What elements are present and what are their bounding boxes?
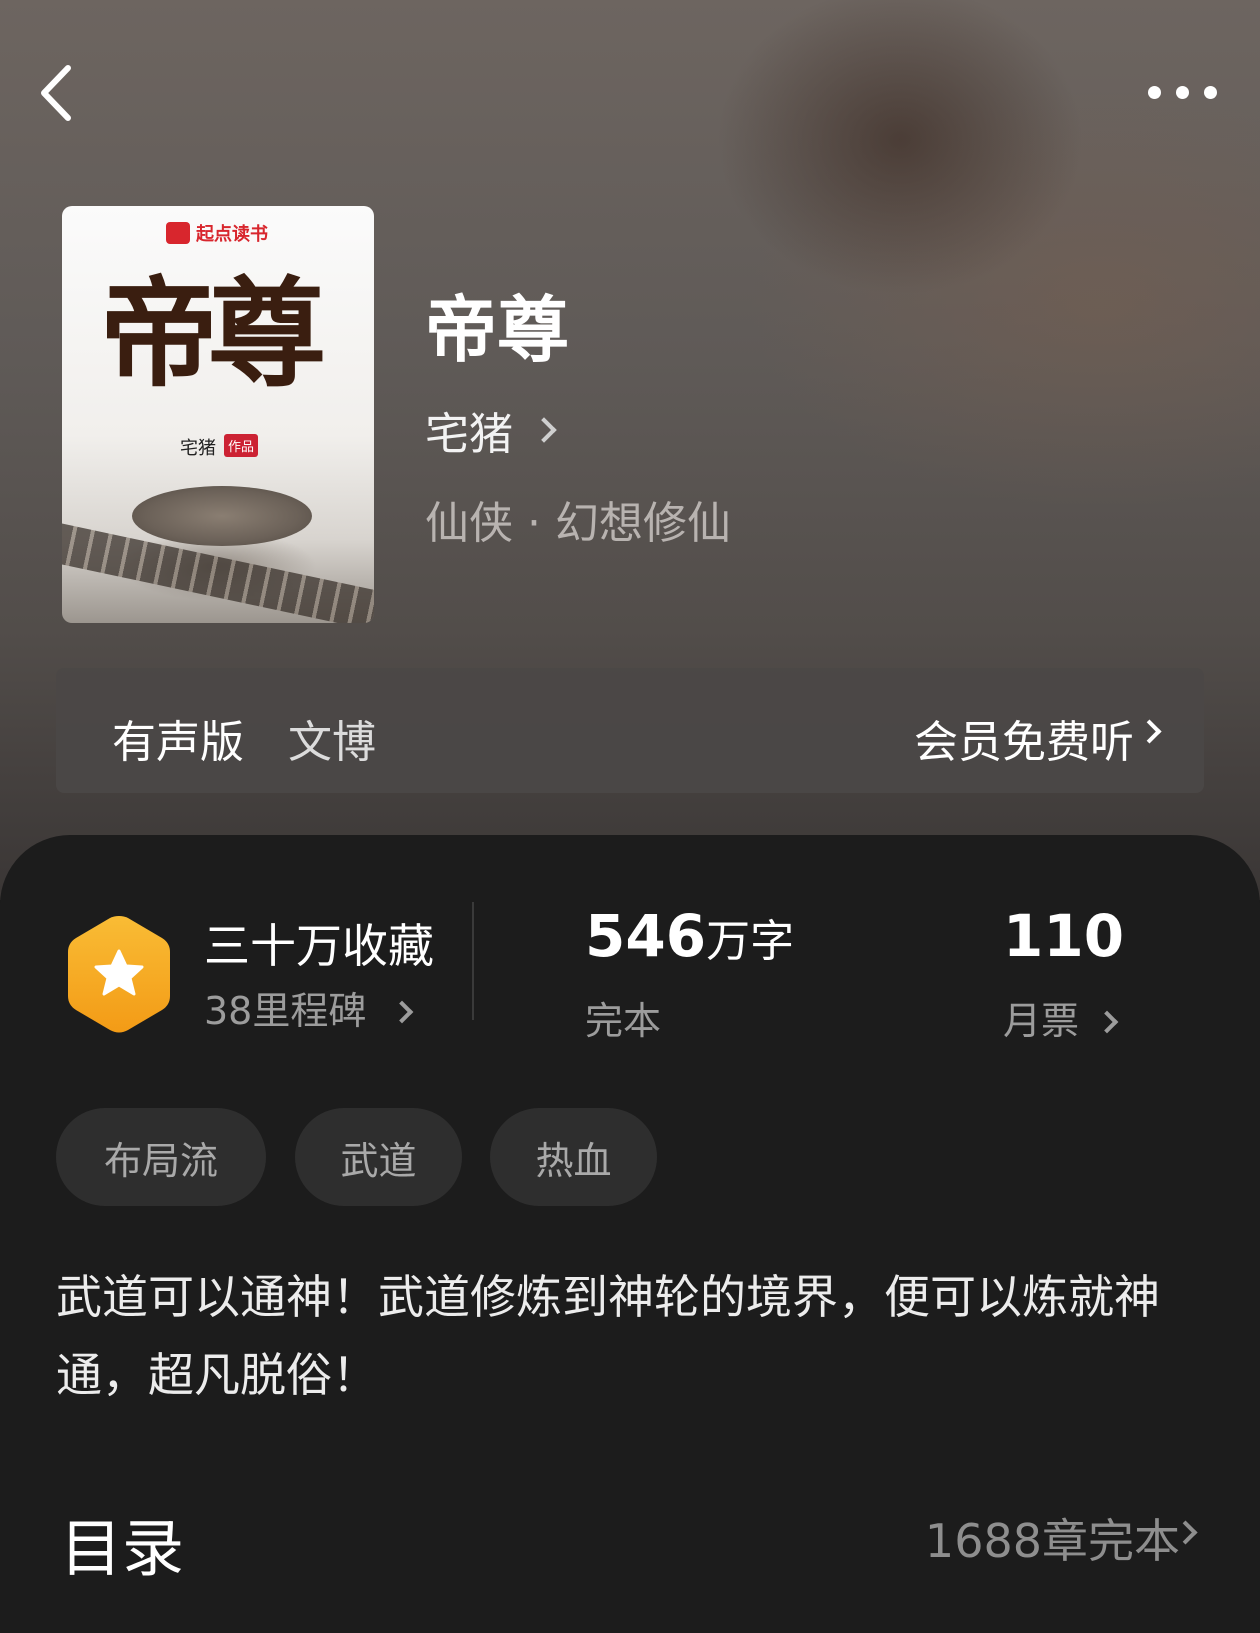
chevron-right-icon (531, 417, 557, 443)
monthly-tickets-count: 110 (1003, 902, 1125, 970)
completion-status: 完本 (585, 999, 662, 1043)
more-button[interactable] (1140, 72, 1224, 112)
toc-summary[interactable]: 1688章完本 (925, 1505, 1180, 1571)
stats-divider (472, 902, 474, 1020)
author-name: 宅猪 (425, 409, 513, 460)
cover-author: 宅猪 (180, 438, 216, 459)
cover-author-tag: 作品 (224, 434, 259, 457)
book-description[interactable]: 武道可以通神！武道修炼到神轮的境界，便可以炼就神通，超凡脱俗！ (56, 1258, 1206, 1414)
word-count-number: 546 (585, 902, 707, 970)
book-category: 仙侠 · 幻想修仙 (425, 498, 731, 549)
back-arrow-icon (41, 65, 71, 121)
milestones-link[interactable]: 38里程碑 (204, 980, 414, 1035)
favorites-count: 三十万收藏 (204, 919, 434, 973)
audio-listen-action: 会员免费听 (914, 717, 1134, 768)
cover-title: 帝尊 (100, 264, 326, 403)
tag-chip[interactable]: 布局流 (56, 1108, 266, 1206)
chevron-right-icon (1095, 1010, 1119, 1034)
star-hexagon-icon (68, 916, 170, 1033)
monthly-tickets-link[interactable]: 月票 (1003, 990, 1119, 1045)
milestones-label: 38里程碑 (204, 989, 367, 1033)
tag-chip[interactable]: 热血 (490, 1108, 657, 1206)
audio-label: 有声版 (112, 717, 244, 768)
back-button[interactable] (36, 60, 86, 130)
chevron-right-icon (1137, 719, 1162, 744)
word-count-unit: 万字 (706, 916, 795, 967)
word-count: 546万字 (585, 902, 794, 970)
audio-narrator: 文博 (288, 717, 376, 768)
tag-chip[interactable]: 武道 (295, 1108, 462, 1206)
chevron-right-icon (391, 1000, 414, 1024)
cover-disc-art (132, 486, 312, 546)
toc-title[interactable]: 目录 (60, 1498, 184, 1588)
author-link[interactable]: 宅猪 (425, 402, 557, 460)
book-cover[interactable]: 起点读书 帝尊 宅猪 作品 (62, 206, 374, 623)
monthly-tickets-label: 月票 (1003, 999, 1080, 1043)
audio-version-bar[interactable]: 有声版 文博 会员免费听 (56, 668, 1204, 793)
book-title: 帝尊 (425, 287, 570, 372)
brand-logo-icon (166, 222, 190, 244)
cover-brand: 起点读书 (196, 224, 268, 245)
